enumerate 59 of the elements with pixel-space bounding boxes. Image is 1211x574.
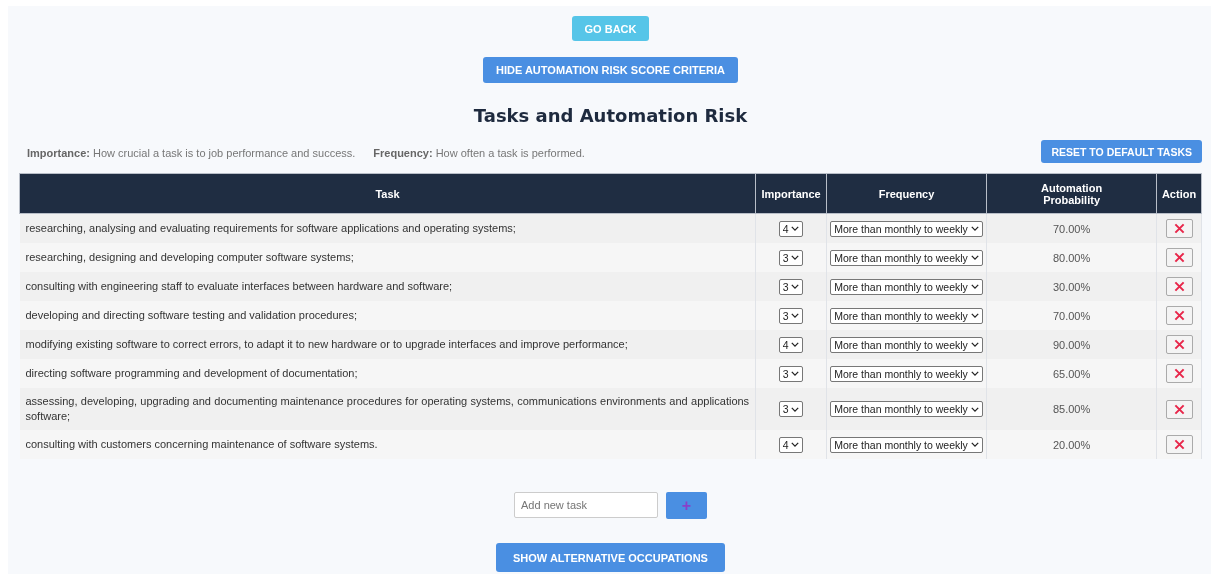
frequency-dropdown[interactable]: More than monthly to weekly <box>830 249 983 266</box>
chevron-down-icon <box>970 342 979 347</box>
frequency-dropdown[interactable]: More than monthly to weekly <box>830 365 983 382</box>
frequency-dropdown[interactable]: More than monthly to weekly <box>830 220 983 237</box>
importance-dropdown[interactable]: 3 <box>778 307 804 324</box>
chevron-down-icon <box>970 226 979 231</box>
chevron-down-icon <box>791 255 800 260</box>
close-icon <box>1173 368 1185 379</box>
delete-button[interactable] <box>1165 219 1193 238</box>
frequency-dropdown[interactable]: More than monthly to weekly <box>830 436 983 453</box>
chevron-down-icon <box>970 255 979 260</box>
close-icon <box>1173 223 1185 234</box>
task-cell: consulting with customers concerning maintenance of software systems. <box>19 430 756 459</box>
chevron-down-icon <box>791 371 800 376</box>
importance-dropdown[interactable]: 4 <box>778 220 804 237</box>
importance-dropdown[interactable]: 3 <box>778 365 804 382</box>
importance-dropdown[interactable]: 3 <box>778 278 804 295</box>
delete-button[interactable] <box>1165 248 1193 267</box>
close-icon <box>1173 439 1185 450</box>
column-header: Importance <box>755 173 827 214</box>
delete-button[interactable] <box>1165 335 1193 354</box>
frequency-dropdown[interactable]: More than monthly to weekly <box>830 336 983 353</box>
chevron-down-icon <box>791 226 800 231</box>
importance-dropdown[interactable]: 3 <box>778 249 804 266</box>
delete-button[interactable] <box>1165 435 1193 454</box>
probability-cell: 20.00% <box>986 430 1157 459</box>
delete-button[interactable] <box>1165 277 1193 296</box>
close-icon <box>1173 252 1185 263</box>
delete-button[interactable] <box>1165 306 1193 325</box>
chevron-down-icon <box>970 313 979 318</box>
close-icon <box>1173 281 1185 292</box>
importance-dropdown[interactable]: 4 <box>778 336 804 353</box>
chevron-down-icon <box>970 284 979 289</box>
legend-text: Importance: How crucial a task is to job performance and success. <box>27 147 356 159</box>
importance-dropdown[interactable]: 4 <box>778 436 804 453</box>
close-icon <box>1173 339 1185 350</box>
column-header: Action <box>1156 173 1202 214</box>
column-header: Frequency <box>826 173 987 214</box>
chevron-down-icon <box>791 442 800 447</box>
new-task-field[interactable]: Add new task <box>514 492 658 518</box>
chevron-down-icon <box>791 406 800 412</box>
column-header: Task <box>19 173 756 214</box>
chevron-down-icon <box>970 406 979 412</box>
chevron-down-icon <box>970 442 979 447</box>
close-icon <box>1173 310 1185 321</box>
chevron-down-icon <box>970 371 979 376</box>
frequency-dropdown[interactable]: More than monthly to weekly <box>830 278 983 295</box>
importance-dropdown[interactable]: 3 <box>778 401 804 417</box>
chevron-down-icon <box>791 313 800 318</box>
delete-button[interactable] <box>1165 399 1193 419</box>
close-icon <box>1173 403 1185 415</box>
delete-button[interactable] <box>1165 364 1193 383</box>
chevron-down-icon <box>791 342 800 347</box>
frequency-dropdown[interactable]: More than monthly to weekly <box>830 307 983 324</box>
frequency-dropdown[interactable]: More than monthly to weekly <box>830 401 983 417</box>
column-header: Automation Probability <box>986 173 1157 214</box>
chevron-down-icon <box>791 284 800 289</box>
legend-text: Frequency: How often a task is performed. <box>373 147 585 159</box>
page-title: Tasks and Automation Risk <box>473 105 748 126</box>
